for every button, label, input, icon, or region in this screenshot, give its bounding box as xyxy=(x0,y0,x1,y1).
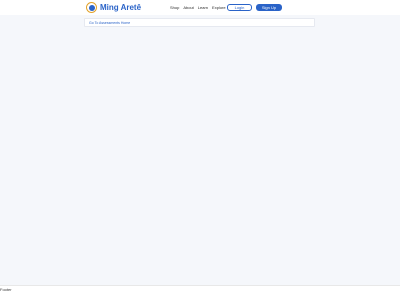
brand[interactable]: Ming Aretê xyxy=(86,2,141,13)
brand-name: Ming Aretê xyxy=(100,3,142,12)
nav-item-about[interactable]: About xyxy=(183,4,193,11)
signup-button[interactable]: Sign Up xyxy=(256,4,282,11)
nav-item-learn[interactable]: Learn xyxy=(198,4,208,11)
footer-label: Footer xyxy=(0,287,12,292)
logo-emblem xyxy=(88,4,95,11)
go-to-assessments-link[interactable]: Go To Assessments Home xyxy=(89,21,130,26)
ming-logo-icon xyxy=(86,2,97,13)
login-button[interactable]: Login xyxy=(227,4,252,11)
footer: Footer xyxy=(0,285,400,300)
main-nav: Shop About Learn Explore xyxy=(170,4,226,11)
top-navbar: Ming Aretê Shop About Learn Explore Logi… xyxy=(0,0,400,15)
nav-item-shop[interactable]: Shop xyxy=(170,4,179,11)
nav-item-explore[interactable]: Explore xyxy=(212,4,226,11)
assessments-link-card: Go To Assessments Home xyxy=(84,18,315,27)
